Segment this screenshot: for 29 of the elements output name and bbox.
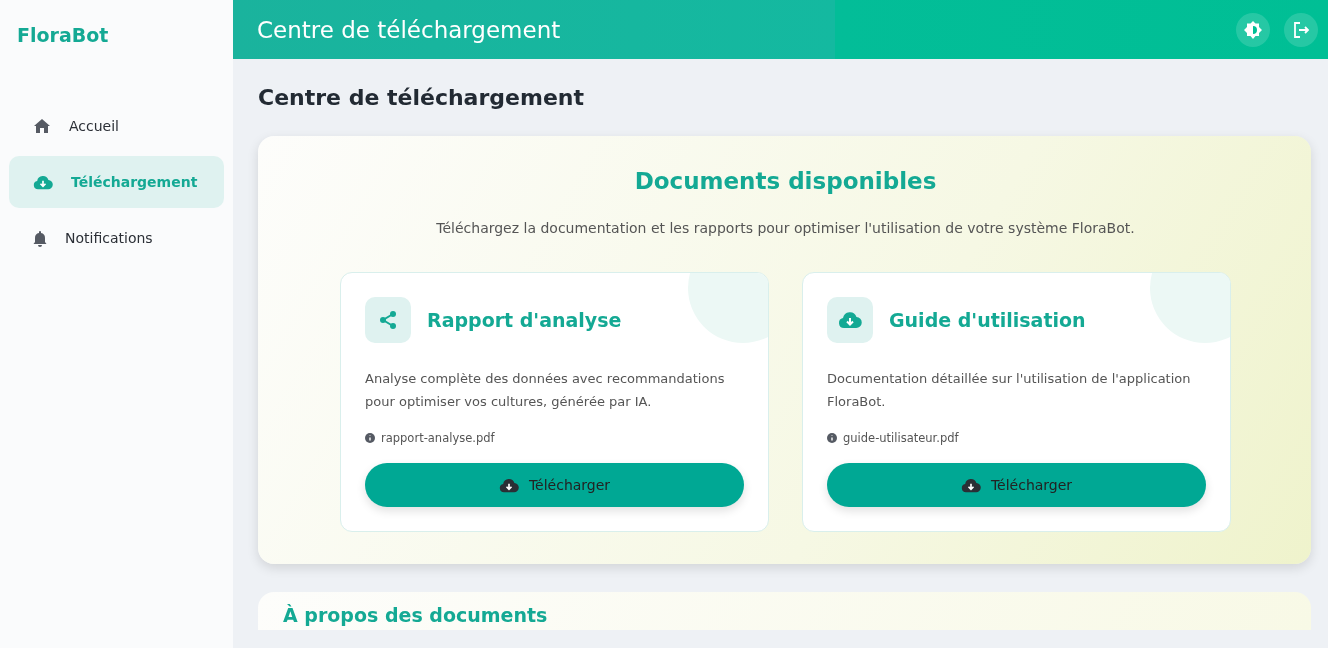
cloud-download-icon (498, 477, 519, 493)
page-title: Centre de téléchargement (258, 85, 585, 110)
download-button[interactable]: Télécharger (365, 463, 744, 507)
cloud-download-icon (33, 174, 53, 190)
info-icon (827, 433, 837, 443)
sidebar-item[interactable]: Accueil (9, 100, 224, 152)
theme-button[interactable] (1236, 12, 1270, 47)
logout-icon (1292, 20, 1310, 39)
section-subtitle: Téléchargez la documentation et les rapports pour optimiser l'utilisation de votre système FloraBot. (436, 220, 1135, 236)
info-icon (365, 433, 375, 443)
share-icon (378, 310, 398, 330)
brand-logo[interactable]: FloraBot (9, 24, 224, 46)
card-description: Documentation détaillée sur l'utilisation de l'application FloraBot. (827, 370, 1192, 411)
sidebar-item[interactable]: Notifications (9, 212, 224, 264)
file-name: rapport-analyse.pdf (381, 431, 495, 445)
section-title: À propos des documents (283, 604, 549, 626)
cloud-download-icon (960, 477, 981, 493)
logout-button[interactable] (1284, 12, 1318, 47)
header-title: Centre de téléchargement (257, 16, 562, 43)
card-title: Guide d'utilisation (889, 309, 1086, 331)
bell-icon (33, 229, 47, 247)
card-description: Analyse complète des données avec recommandations pour optimiser vos cultures, générée par IA. (365, 370, 726, 411)
card-title: Rapport d'analyse (427, 309, 622, 331)
home-icon (33, 118, 51, 134)
file-name: guide-utilisateur.pdf (843, 431, 959, 445)
download-button[interactable]: Télécharger (827, 463, 1206, 507)
section-title: Documents disponibles (634, 168, 937, 194)
brightness-icon (1244, 20, 1262, 39)
cloud-download-icon (838, 311, 862, 329)
